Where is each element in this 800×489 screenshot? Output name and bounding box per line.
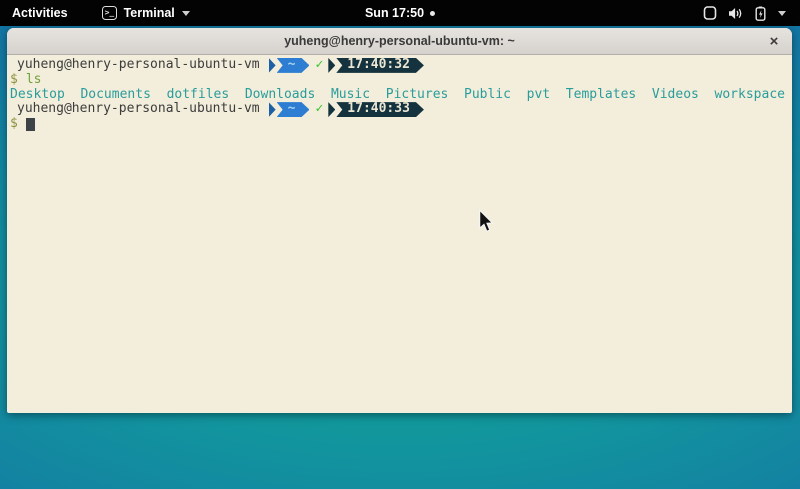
prompt-user: yuheng@henry-personal-ubuntu-vm <box>17 102 260 117</box>
directory-entry: Public <box>464 87 511 102</box>
directory-entry: Downloads <box>245 87 315 102</box>
activities-button[interactable]: Activities <box>0 0 80 26</box>
clock-button[interactable]: Sun 17:50 <box>365 0 435 26</box>
chevron-down-icon <box>182 11 190 16</box>
powerline-arrow-icon <box>269 58 276 73</box>
notification-dot <box>430 11 435 16</box>
status-check-icon: ✓ <box>315 58 323 73</box>
close-button[interactable]: × <box>762 28 786 54</box>
directory-entry: Videos <box>652 87 699 102</box>
directory-entry: dotfiles <box>167 87 230 102</box>
input-line: $ <box>10 117 789 132</box>
command-line: $ ls <box>10 73 789 88</box>
status-check-icon: ✓ <box>315 102 323 117</box>
prompt-char: $ <box>10 117 18 132</box>
time-segment: 17:40:32 <box>328 58 424 73</box>
prompt-time: 17:40:33 <box>336 102 424 117</box>
cwd-label: ~ <box>277 58 310 73</box>
cwd-segment: ~ <box>269 102 310 117</box>
terminal-window: yuheng@henry-personal-ubuntu-vm: ~ × yuh… <box>7 28 792 413</box>
app-menu-button[interactable]: >_ Terminal <box>102 0 190 26</box>
terminal-body[interactable]: yuheng@henry-personal-ubuntu-vm ~ ✓ 17:4… <box>7 55 792 132</box>
directory-entry: Documents <box>80 87 150 102</box>
powerline-arrow-icon <box>328 58 335 73</box>
directory-entry: pvt <box>527 87 550 102</box>
prompt-char: $ <box>10 73 18 88</box>
prompt-line: yuheng@henry-personal-ubuntu-vm ~ ✓ 17:4… <box>10 102 789 117</box>
app-menu-label: Terminal <box>124 6 175 20</box>
directory-entry: workspace <box>715 87 785 102</box>
chevron-down-icon <box>778 11 786 16</box>
desktop: { "topbar": { "activities_label": "Activ… <box>0 0 800 489</box>
time-segment: 17:40:33 <box>328 102 424 117</box>
cwd-segment: ~ <box>269 58 310 73</box>
clock-label: Sun 17:50 <box>365 6 424 20</box>
command-text: ls <box>26 73 42 88</box>
prompt-line: yuheng@henry-personal-ubuntu-vm ~ ✓ 17:4… <box>10 58 789 73</box>
directory-entry: Music <box>331 87 370 102</box>
volume-icon <box>728 7 743 20</box>
directory-entry: Templates <box>566 87 636 102</box>
top-bar: Activities >_ Terminal Sun 17:50 <box>0 0 800 26</box>
battery-charging-icon <box>754 6 767 21</box>
directory-entry: Desktop <box>10 87 65 102</box>
window-title: yuheng@henry-personal-ubuntu-vm: ~ <box>284 34 515 48</box>
activities-label: Activities <box>12 6 68 20</box>
terminal-icon: >_ <box>102 6 117 20</box>
directory-entry: Pictures <box>386 87 449 102</box>
ls-output: Desktop Documents dotfiles Downloads Mus… <box>10 88 789 103</box>
screen-icon <box>703 6 717 20</box>
system-menu-button[interactable] <box>697 0 792 26</box>
prompt-time: 17:40:32 <box>336 58 424 73</box>
prompt-user: yuheng@henry-personal-ubuntu-vm <box>17 58 260 73</box>
powerline-arrow-icon <box>328 102 335 117</box>
mouse-cursor-icon <box>478 209 494 233</box>
text-cursor <box>26 118 35 131</box>
window-titlebar[interactable]: yuheng@henry-personal-ubuntu-vm: ~ × <box>7 28 792 55</box>
cwd-label: ~ <box>277 102 310 117</box>
powerline-arrow-icon <box>269 102 276 117</box>
